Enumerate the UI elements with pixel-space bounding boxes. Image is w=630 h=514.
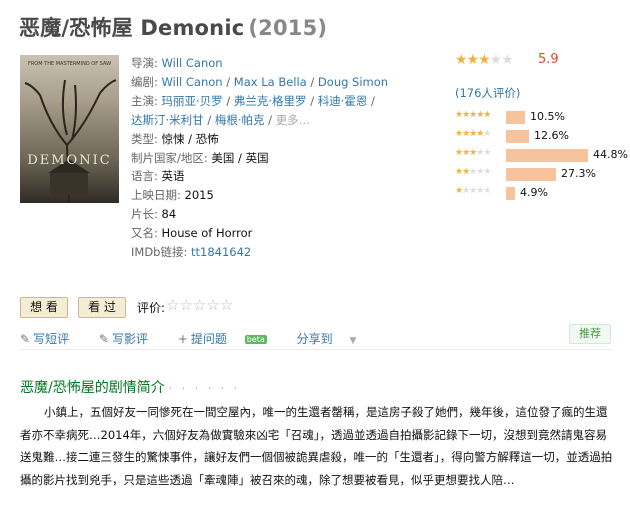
release-value: 2015 — [184, 188, 214, 203]
cast-more-link[interactable]: 更多... — [276, 113, 310, 127]
rating-percent: 4.9% — [520, 186, 548, 199]
release-row: 上映日期: 2015 — [131, 186, 421, 205]
mini-stars-icon: ★★★★★ — [455, 110, 491, 120]
director-link[interactable]: Will Canon — [162, 56, 223, 70]
action-bar: ✎ 写短评 ✎ 写影评 + 提问题 beta 分享到 ▼ — [20, 330, 382, 347]
rating-bar — [506, 149, 588, 162]
language-row: 语言: 英语 — [131, 167, 421, 186]
rating-percent: 44.8% — [593, 148, 628, 161]
pencil-icon: ✎ — [98, 332, 109, 346]
rating-bar — [506, 111, 525, 124]
director-row: 导演: Will Canon — [131, 54, 421, 73]
cast-link[interactable]: 科迪·霍恩 — [318, 94, 368, 108]
writer-link[interactable]: Doug Simon — [318, 75, 388, 89]
movie-year: (2015) — [248, 16, 328, 40]
rating-bar — [506, 168, 556, 181]
genre-row: 类型: 惊悚 / 恐怖 — [131, 130, 421, 149]
page-title: 恶魔/恐怖屋 Demonic (2015) — [19, 12, 327, 42]
cast-link[interactable]: 弗兰克·格里罗 — [234, 94, 307, 108]
aka-row: 又名: House of Horror — [131, 224, 421, 243]
mini-stars-icon: ★★★★★ — [455, 167, 491, 177]
share-dropdown[interactable]: 分享到 ▼ — [297, 332, 370, 346]
runtime-label: 片长: — [131, 207, 158, 222]
language-label: 语言: — [131, 169, 158, 184]
cast-link[interactable]: 玛丽亚·贝罗 — [162, 94, 223, 108]
rating-percent: 12.6% — [534, 129, 569, 142]
cast-row-2: 达斯汀·米利甘 / 梅根·帕克 / 更多... — [131, 112, 310, 127]
cast-row: 主演: 玛丽亚·贝罗 / 弗兰克·格里罗 / 科迪·霍恩 / — [131, 93, 375, 108]
rating-percent: 27.3% — [561, 167, 596, 180]
poster-title: DEMONIC — [27, 153, 112, 168]
runtime-value: 84 — [161, 207, 177, 222]
writer-label: 编剧: — [131, 74, 158, 89]
cast-label: 主演: — [131, 93, 158, 108]
rate-stars-icon[interactable]: ☆☆☆☆☆ — [166, 296, 233, 314]
release-label: 上映日期: — [131, 188, 181, 203]
country-row: 制片国家/地区: 美国 / 英国 — [131, 149, 421, 168]
chevron-down-icon: ▼ — [349, 336, 357, 346]
cast-link[interactable]: 达斯汀·米利甘 — [131, 113, 204, 127]
beta-badge: beta — [244, 335, 267, 344]
summary-text: 小鎮上，五個好友一同慘死在一間空屋內，唯一的生還者罄稱，是這房子殺了她們，幾年後… — [20, 405, 613, 487]
runtime-row: 片长: 84 — [131, 205, 421, 224]
language-value: 英语 — [161, 169, 185, 184]
rating-stars-icon: ★★★★★ — [455, 52, 514, 68]
rating-bar — [506, 187, 515, 200]
poster-tree-art — [24, 79, 117, 203]
rating-score: 5.9 — [538, 52, 559, 67]
mini-stars-icon: ★★★★★ — [455, 186, 491, 196]
writer-link[interactable]: Max La Bella — [234, 75, 307, 89]
movie-poster[interactable]: FROM THE MASTERMIND OF SAW DEMONIC — [20, 55, 119, 203]
movie-title: 恶魔/恐怖屋 Demonic — [19, 16, 245, 40]
aka-value: House of Horror — [161, 226, 253, 241]
rating-percent: 10.5% — [530, 110, 565, 123]
recommend-button[interactable]: 推荐 — [569, 324, 611, 344]
cast-link[interactable]: 梅根·帕克 — [215, 113, 265, 127]
imdb-row: IMDb链接: tt1841642 — [131, 243, 421, 262]
summary-heading: 恶魔/恐怖屋的剧情简介 · · · · · · — [20, 377, 240, 397]
summary-dots: · · · · · · — [168, 382, 241, 395]
divider — [20, 349, 612, 350]
aka-label: 又名: — [131, 226, 158, 241]
rating-panel: ★★★★★ 5.9 (176人评价) ★★★★★ 10.5% ★★★★★ 12.6% ★… — [455, 52, 628, 200]
summary-title: 恶魔/恐怖屋的剧情简介 — [20, 380, 165, 396]
write-short-review[interactable]: ✎ 写短评 — [20, 332, 82, 346]
want-to-watch-button[interactable]: 想 看 — [20, 297, 68, 318]
mini-stars-icon: ★★★★★ — [455, 129, 491, 139]
director-label: 导演: — [131, 56, 158, 70]
writer-row: 编剧: Will Canon / Max La Bella / Doug Sim… — [131, 74, 389, 89]
writer-link[interactable]: Will Canon — [162, 75, 223, 89]
pencil-icon: ✎ — [20, 332, 31, 346]
genre-label: 类型: — [131, 131, 158, 146]
genre-value: 惊悚 / 恐怖 — [161, 131, 219, 146]
rating-votes-link[interactable]: (176人评价) — [455, 85, 520, 101]
rating-bar — [506, 130, 529, 143]
watched-button[interactable]: 看 过 — [78, 297, 126, 318]
mini-stars-icon: ★★★★★ — [455, 148, 491, 158]
imdb-link[interactable]: tt1841642 — [191, 245, 251, 259]
write-review[interactable]: ✎ 写影评 — [99, 332, 161, 346]
imdb-label: IMDb链接: — [131, 245, 188, 260]
plus-icon: + — [177, 332, 188, 346]
country-value: 美国 / 英国 — [211, 150, 269, 165]
country-label: 制片国家/地区: — [131, 150, 208, 165]
rate-label: 评价: — [137, 301, 166, 315]
ask-question[interactable]: + 提问题 beta — [178, 332, 280, 346]
movie-info: 导演: Will Canon 编剧: Will Canon / Max La B… — [131, 54, 421, 262]
